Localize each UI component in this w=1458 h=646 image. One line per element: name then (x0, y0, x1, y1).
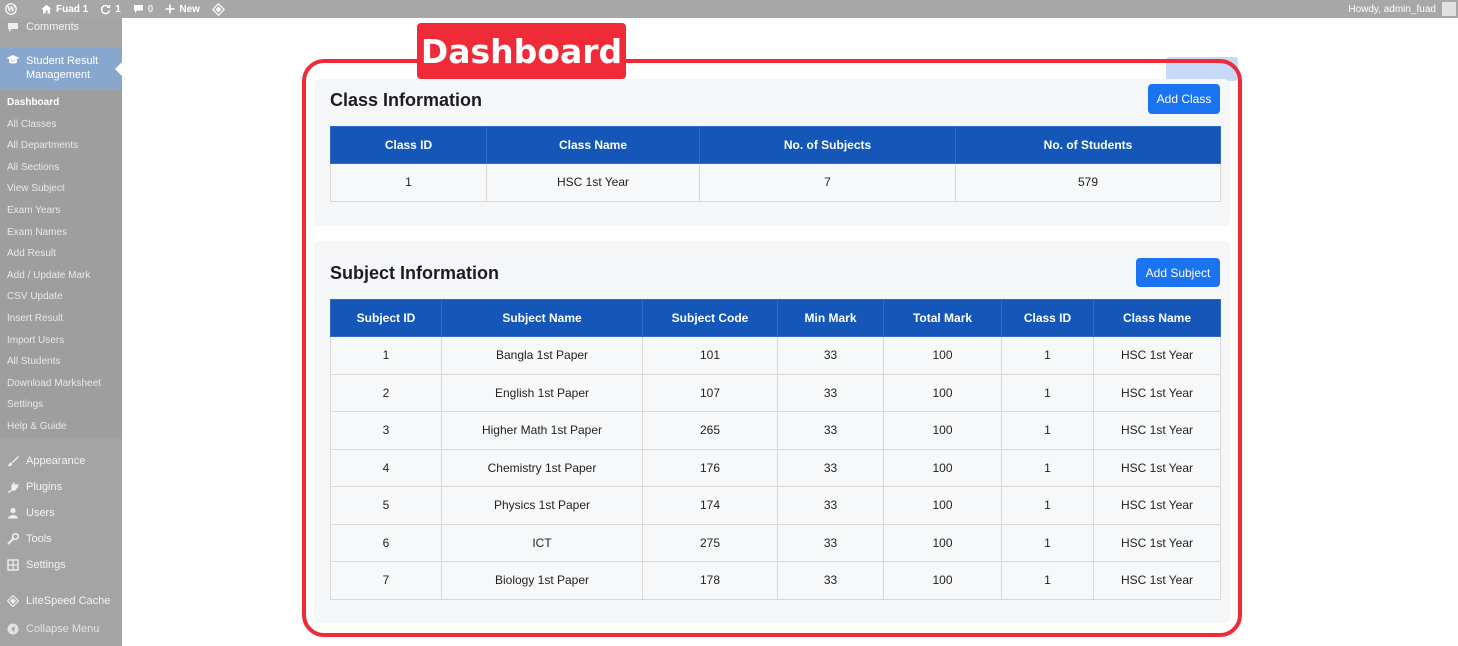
admin-bar: W Fuad 1 1 0 New Howdy, admin_fuad (0, 0, 1458, 18)
refresh-icon (101, 4, 111, 14)
sidebar-item-settings[interactable]: Settings (0, 552, 122, 578)
howdy-greeting: Howdy, admin_fuad (1348, 3, 1436, 15)
account-menu[interactable]: Howdy, admin_fuad (1348, 0, 1458, 18)
wrench-icon (6, 532, 20, 546)
home-icon (41, 4, 52, 14)
settings-grid-icon (6, 558, 20, 572)
wordpress-logo-icon[interactable]: W (5, 3, 21, 15)
sidebar-item-label: Comments (26, 21, 80, 33)
sidebar-item-label: Student Result Management (26, 55, 99, 81)
submenu-item-all-students[interactable]: All Students (0, 351, 122, 373)
sidebar-item-label: LiteSpeed Cache (26, 595, 111, 607)
submenu-item-exam-years[interactable]: Exam Years (0, 200, 122, 222)
litespeed-diamond-icon[interactable] (211, 2, 229, 16)
submenu-item-dashboard[interactable]: Dashboard (0, 92, 122, 114)
avatar (1442, 2, 1456, 16)
updates-count: 1 (115, 3, 121, 15)
current-menu-arrow (115, 62, 122, 76)
new-label: New (179, 3, 200, 15)
dashboard-tag: Dashboard (417, 23, 626, 79)
sidebar-item-label: Appearance (26, 455, 86, 467)
updates-link[interactable]: 1 (100, 4, 121, 15)
sidebar-lower-menu: Appearance Plugins Users Tools Settings (0, 448, 122, 578)
sidebar-item-student-result[interactable]: Student Result Management (0, 48, 122, 90)
highlight-frame (302, 59, 1242, 637)
new-content-link[interactable]: New (165, 4, 200, 15)
sidebar-item-label: Users (26, 507, 55, 519)
user-icon (6, 506, 20, 520)
graduation-cap-icon (6, 54, 20, 68)
sidebar-item-label: Plugins (26, 481, 63, 493)
submenu-item-import-users[interactable]: Import Users (0, 330, 122, 352)
sidebar-item-label: Collapse Menu (26, 623, 100, 635)
sidebar-item-label: Settings (26, 559, 66, 571)
sidebar-item-label: Tools (26, 533, 52, 545)
submenu-item-view-subject[interactable]: View Subject (0, 178, 122, 200)
plug-icon (6, 480, 20, 494)
submenu-item-csv-update[interactable]: CSV Update (0, 286, 122, 308)
site-name: Fuad 1 (56, 3, 89, 15)
submenu-item-add-result[interactable]: Add Result (0, 243, 122, 265)
site-name-link[interactable]: Fuad 1 (41, 4, 88, 15)
comment-bubble-icon (133, 5, 143, 13)
admin-sidebar: Comments Student Result Management Dashb… (0, 18, 122, 646)
sidebar-item-users[interactable]: Users (0, 500, 122, 526)
sidebar-item-comments[interactable]: Comments (0, 18, 79, 36)
svg-text:W: W (6, 5, 15, 14)
submenu-item-download-marksheet[interactable]: Download Marksheet (0, 373, 122, 395)
sidebar-item-tools[interactable]: Tools (0, 526, 122, 552)
submenu: Dashboard All Classes All Departments Al… (0, 90, 122, 438)
litespeed-icon (6, 594, 20, 608)
collapse-arrow-icon (6, 622, 20, 636)
submenu-item-settings[interactable]: Settings (0, 394, 122, 416)
comments-count: 0 (147, 3, 154, 15)
submenu-item-help-guide[interactable]: Help & Guide (0, 416, 122, 438)
submenu-item-all-sections[interactable]: All Sections (0, 157, 122, 179)
comments-link[interactable]: 0 (133, 3, 154, 15)
submenu-item-insert-result[interactable]: Insert Result (0, 308, 122, 330)
sidebar-item-appearance[interactable]: Appearance (0, 448, 122, 474)
collapse-menu-button[interactable]: Collapse Menu (0, 621, 99, 637)
paintbrush-icon (6, 454, 20, 468)
submenu-item-all-classes[interactable]: All Classes (0, 114, 122, 136)
submenu-item-exam-names[interactable]: Exam Names (0, 222, 122, 244)
sidebar-item-litespeed[interactable]: LiteSpeed Cache (0, 593, 110, 609)
plus-icon (165, 4, 175, 14)
submenu-item-add-update-mark[interactable]: Add / Update Mark (0, 265, 122, 287)
sidebar-item-plugins[interactable]: Plugins (0, 474, 122, 500)
submenu-item-all-departments[interactable]: All Departments (0, 135, 122, 157)
comment-icon (6, 20, 20, 34)
